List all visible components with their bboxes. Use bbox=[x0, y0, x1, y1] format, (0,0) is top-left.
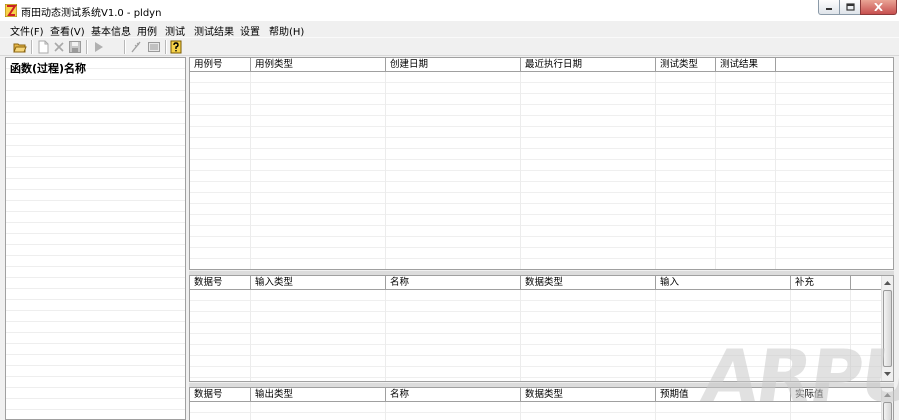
column-header[interactable]: 数据类型 bbox=[521, 388, 656, 402]
grid-column-line bbox=[250, 402, 251, 420]
delete-icon[interactable] bbox=[52, 40, 66, 54]
grid-column-line bbox=[520, 290, 521, 381]
close-button[interactable] bbox=[860, 0, 897, 15]
column-header[interactable]: 预期值 bbox=[656, 388, 791, 402]
menu-settings[interactable]: 设置 bbox=[240, 23, 260, 38]
function-list-header: 函数(过程)名称 bbox=[10, 60, 87, 76]
grid-column-line bbox=[385, 402, 386, 420]
toolbar-separator bbox=[124, 40, 126, 54]
scroll-down-button[interactable] bbox=[882, 368, 893, 380]
grid-column-line bbox=[850, 290, 851, 381]
column-header[interactable]: 名称 bbox=[386, 388, 521, 402]
grid-column-line bbox=[385, 290, 386, 381]
column-header[interactable] bbox=[851, 276, 883, 290]
grid-column-line bbox=[655, 402, 656, 420]
output-grid-scrollbar[interactable] bbox=[881, 388, 893, 420]
column-header[interactable]: 最近执行日期 bbox=[521, 58, 656, 72]
toolbar-separator bbox=[86, 40, 88, 54]
grid-column-line bbox=[790, 290, 791, 381]
toolbar bbox=[0, 37, 899, 56]
new-document-icon[interactable] bbox=[36, 40, 50, 54]
input-grid-body[interactable] bbox=[190, 290, 881, 381]
test-case-grid[interactable]: 用例号 用例类型 创建日期 最近执行日期 测试类型 测试结果 bbox=[189, 57, 894, 270]
column-header[interactable]: 数据号 bbox=[190, 276, 251, 290]
scroll-up-button[interactable] bbox=[882, 277, 893, 289]
grid-column-line bbox=[655, 72, 656, 269]
scroll-up-button[interactable] bbox=[882, 389, 893, 401]
column-header[interactable]: 测试类型 bbox=[656, 58, 716, 72]
run-icon[interactable] bbox=[92, 40, 106, 54]
maximize-icon bbox=[845, 3, 855, 11]
minimize-button[interactable] bbox=[818, 0, 840, 15]
save-icon[interactable] bbox=[68, 40, 82, 54]
output-grid-body[interactable] bbox=[190, 402, 881, 420]
column-header[interactable]: 用例类型 bbox=[251, 58, 386, 72]
column-header[interactable]: 数据号 bbox=[190, 388, 251, 402]
menu-test-case[interactable]: 用例 bbox=[137, 23, 157, 38]
column-header[interactable]: 补充 bbox=[791, 276, 851, 290]
column-header[interactable]: 输入类型 bbox=[251, 276, 386, 290]
app-icon bbox=[5, 4, 17, 17]
scroll-up-icon bbox=[884, 281, 891, 285]
column-header[interactable]: 名称 bbox=[386, 276, 521, 290]
menu-test[interactable]: 测试 bbox=[165, 23, 185, 38]
column-header[interactable] bbox=[776, 58, 893, 72]
menu-view[interactable]: 查看(V) bbox=[50, 23, 85, 38]
column-header[interactable]: 数据类型 bbox=[521, 276, 656, 290]
column-header[interactable]: 输入 bbox=[656, 276, 791, 290]
grid-column-line bbox=[655, 290, 656, 381]
column-header[interactable]: 输出类型 bbox=[251, 388, 386, 402]
toolbar-separator bbox=[31, 40, 33, 54]
input-grid-scrollbar[interactable] bbox=[881, 276, 893, 381]
grid-column-line bbox=[790, 402, 791, 420]
toolbar-separator bbox=[165, 40, 167, 54]
list-icon[interactable] bbox=[147, 40, 161, 54]
function-tree-panel[interactable]: 函数(过程)名称 bbox=[5, 57, 186, 420]
output-data-grid[interactable]: 数据号 输出类型 名称 数据类型 预期值 实际值 bbox=[189, 387, 894, 420]
menu-test-result[interactable]: 测试结果 bbox=[194, 23, 234, 38]
output-grid-header: 数据号 输出类型 名称 数据类型 预期值 实际值 bbox=[190, 388, 883, 402]
edit-icon[interactable] bbox=[130, 40, 144, 54]
column-header[interactable]: 实际值 bbox=[791, 388, 883, 402]
open-folder-icon[interactable] bbox=[13, 40, 27, 54]
test-case-grid-body[interactable] bbox=[190, 72, 893, 269]
column-header[interactable]: 测试结果 bbox=[716, 58, 776, 72]
scroll-down-icon bbox=[884, 372, 891, 376]
menu-help[interactable]: 帮助(H) bbox=[269, 23, 304, 38]
grid-column-line bbox=[520, 72, 521, 269]
grid-column-line bbox=[715, 72, 716, 269]
column-header[interactable]: 创建日期 bbox=[386, 58, 521, 72]
help-icon[interactable] bbox=[169, 40, 183, 54]
scroll-thumb[interactable] bbox=[883, 290, 892, 367]
menu-bar: 文件(F) 查看(V) 基本信息 用例 测试 测试结果 设置 帮助(H) bbox=[0, 21, 899, 38]
grid-column-line bbox=[250, 290, 251, 381]
grid-column-line bbox=[775, 72, 776, 269]
scroll-up-icon bbox=[884, 393, 891, 397]
minimize-icon bbox=[826, 8, 832, 10]
grid-column-line bbox=[385, 72, 386, 269]
scroll-thumb[interactable] bbox=[883, 402, 892, 420]
input-data-grid[interactable]: 数据号 输入类型 名称 数据类型 输入 补充 bbox=[189, 275, 894, 382]
maximize-button[interactable] bbox=[839, 0, 861, 15]
window-title: 雨田动态测试系统V1.0 - pldyn bbox=[21, 8, 162, 19]
title-bar: 雨田动态测试系统V1.0 - pldyn bbox=[0, 0, 899, 21]
column-header[interactable]: 用例号 bbox=[190, 58, 251, 72]
grid-column-line bbox=[520, 402, 521, 420]
input-grid-header: 数据号 输入类型 名称 数据类型 输入 补充 bbox=[190, 276, 883, 290]
menu-file[interactable]: 文件(F) bbox=[10, 23, 44, 38]
close-icon bbox=[874, 3, 883, 11]
menu-basic-info[interactable]: 基本信息 bbox=[91, 23, 131, 38]
test-case-grid-header: 用例号 用例类型 创建日期 最近执行日期 测试类型 测试结果 bbox=[190, 58, 893, 72]
grid-column-line bbox=[250, 72, 251, 269]
